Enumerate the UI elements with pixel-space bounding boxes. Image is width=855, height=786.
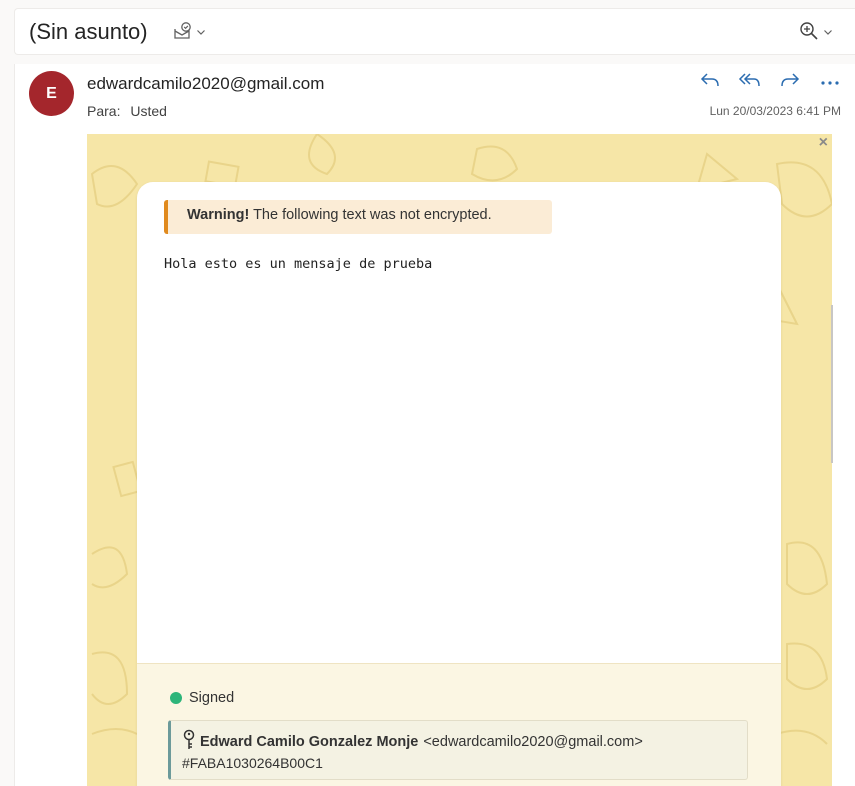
signer-details[interactable]: Edward Camilo Gonzalez Monje <edwardcami… — [168, 720, 748, 780]
to-label: Para: — [87, 103, 121, 119]
message-actions — [697, 70, 843, 94]
message-options-button[interactable] — [172, 21, 212, 45]
scrollbar[interactable] — [831, 305, 833, 463]
signature-status-label: Signed — [189, 690, 235, 706]
reply-button[interactable] — [697, 70, 723, 94]
subject-title: (Sin asunto) — [29, 19, 148, 44]
sender-address[interactable]: edwardcamilo2020@gmail.com — [87, 74, 324, 94]
signer-email: <edwardcamilo2020@gmail.com> — [423, 734, 643, 750]
signature-section: Signed Edward Camilo Gonzalez Monje <edw… — [137, 663, 781, 786]
decrypted-message-card: Warning! The following text was not encr… — [137, 182, 781, 786]
reply-icon — [699, 71, 721, 94]
mail-shield-icon — [172, 21, 192, 46]
signer-identity: Edward Camilo Gonzalez Monje <edwardcami… — [182, 729, 643, 755]
more-icon — [821, 73, 839, 91]
key-icon — [182, 729, 196, 755]
recipient-line: Para: Usted — [87, 103, 167, 119]
warning-text: The following text was not encrypted. — [249, 207, 492, 223]
more-actions-button[interactable] — [817, 70, 843, 94]
signer-key-id: #FABA1030264B00C1 — [182, 755, 323, 771]
avatar[interactable]: E — [29, 71, 74, 116]
not-encrypted-warning: Warning! The following text was not encr… — [164, 200, 552, 234]
reply-all-button[interactable] — [737, 70, 763, 94]
forward-button[interactable] — [777, 70, 803, 94]
chevron-down-icon — [196, 24, 206, 42]
zoom-button[interactable] — [799, 21, 839, 45]
close-frame-button[interactable]: × — [819, 134, 828, 152]
to-value[interactable]: Usted — [130, 103, 167, 119]
message-date: Lun 20/03/2023 6:41 PM — [709, 104, 841, 118]
forward-icon — [779, 71, 801, 94]
zoom-in-icon — [799, 21, 819, 46]
warning-label: Warning! — [187, 207, 250, 223]
chevron-down-icon — [823, 24, 833, 42]
signed-status-icon — [170, 692, 182, 704]
message-body: Hola esto es un mensaje de prueba — [164, 256, 433, 272]
subject-header: (Sin asunto) — [14, 8, 855, 55]
signature-status: Signed — [170, 690, 234, 706]
reply-all-icon — [738, 71, 762, 94]
message-card: E edwardcamilo2020@gmail.com Para: Usted… — [14, 64, 855, 786]
signer-name: Edward Camilo Gonzalez Monje — [200, 734, 419, 750]
encrypted-message-frame: × Warning! The following text was not en… — [87, 134, 832, 786]
